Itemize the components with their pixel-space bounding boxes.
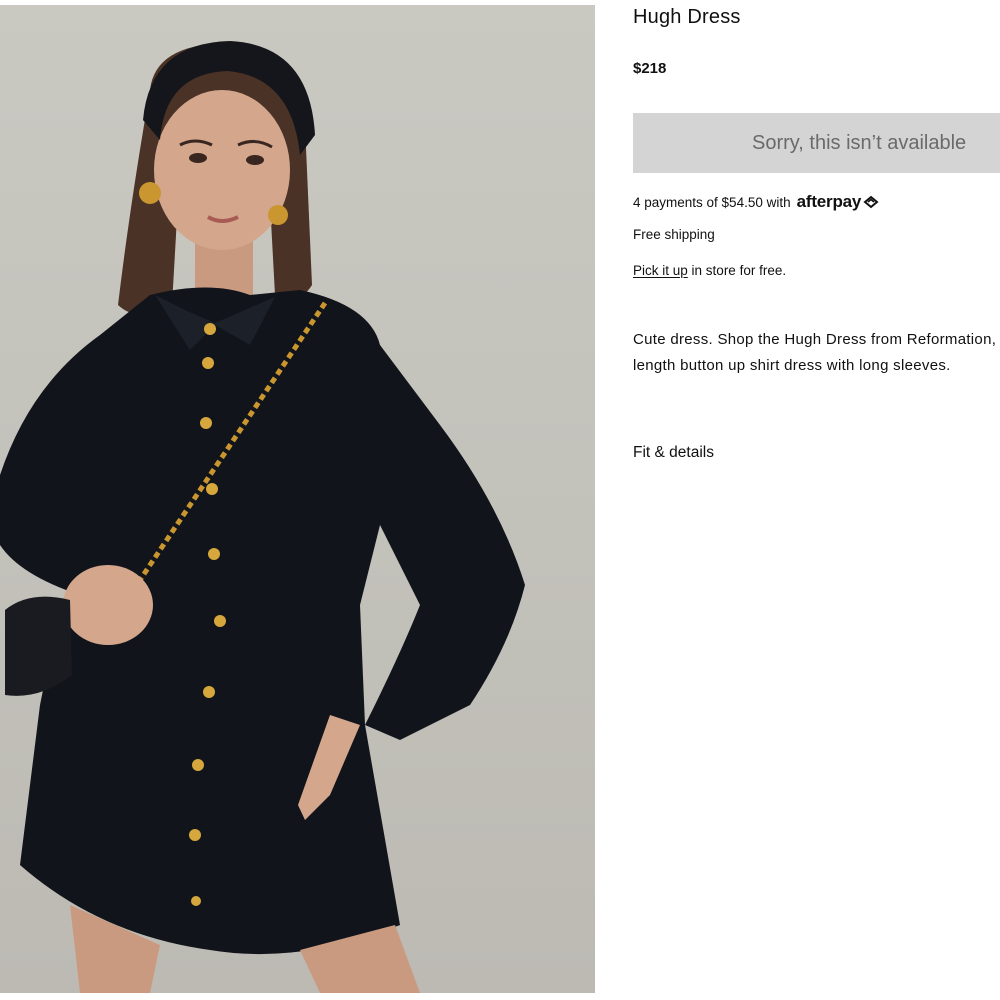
- pickup-rest-text: in store for free.: [691, 263, 787, 278]
- unavailable-button[interactable]: Sorry, this isn’t available: [633, 113, 1000, 173]
- afterpay-message: 4 payments of $54.50 with afterpay: [633, 192, 880, 212]
- afterpay-logo[interactable]: afterpay: [797, 192, 881, 212]
- product-description: Cute dress. Shop the Hugh Dress from Ref…: [633, 331, 1000, 374]
- pick-it-up-link[interactable]: Pick it up: [633, 263, 688, 278]
- afterpay-brand: afterpay: [796, 192, 862, 211]
- free-shipping-note: Free shipping: [633, 227, 715, 242]
- pickup-note: Pick it up in store for free.: [633, 263, 786, 278]
- product-photo-illustration: [0, 41, 525, 993]
- afterpay-text: 4 payments of $54.50 with: [633, 194, 791, 210]
- product-image[interactable]: [0, 5, 595, 993]
- product-price: $218: [633, 60, 667, 77]
- fit-details-toggle[interactable]: Fit & details: [633, 444, 714, 462]
- product-info: Hugh Dress $218 Sorry, this isn’t availa…: [633, 0, 1000, 1000]
- product-title: Hugh Dress: [633, 6, 741, 28]
- afterpay-loop-icon: [863, 195, 879, 209]
- product-page: Hugh Dress $218 Sorry, this isn’t availa…: [0, 0, 1000, 1000]
